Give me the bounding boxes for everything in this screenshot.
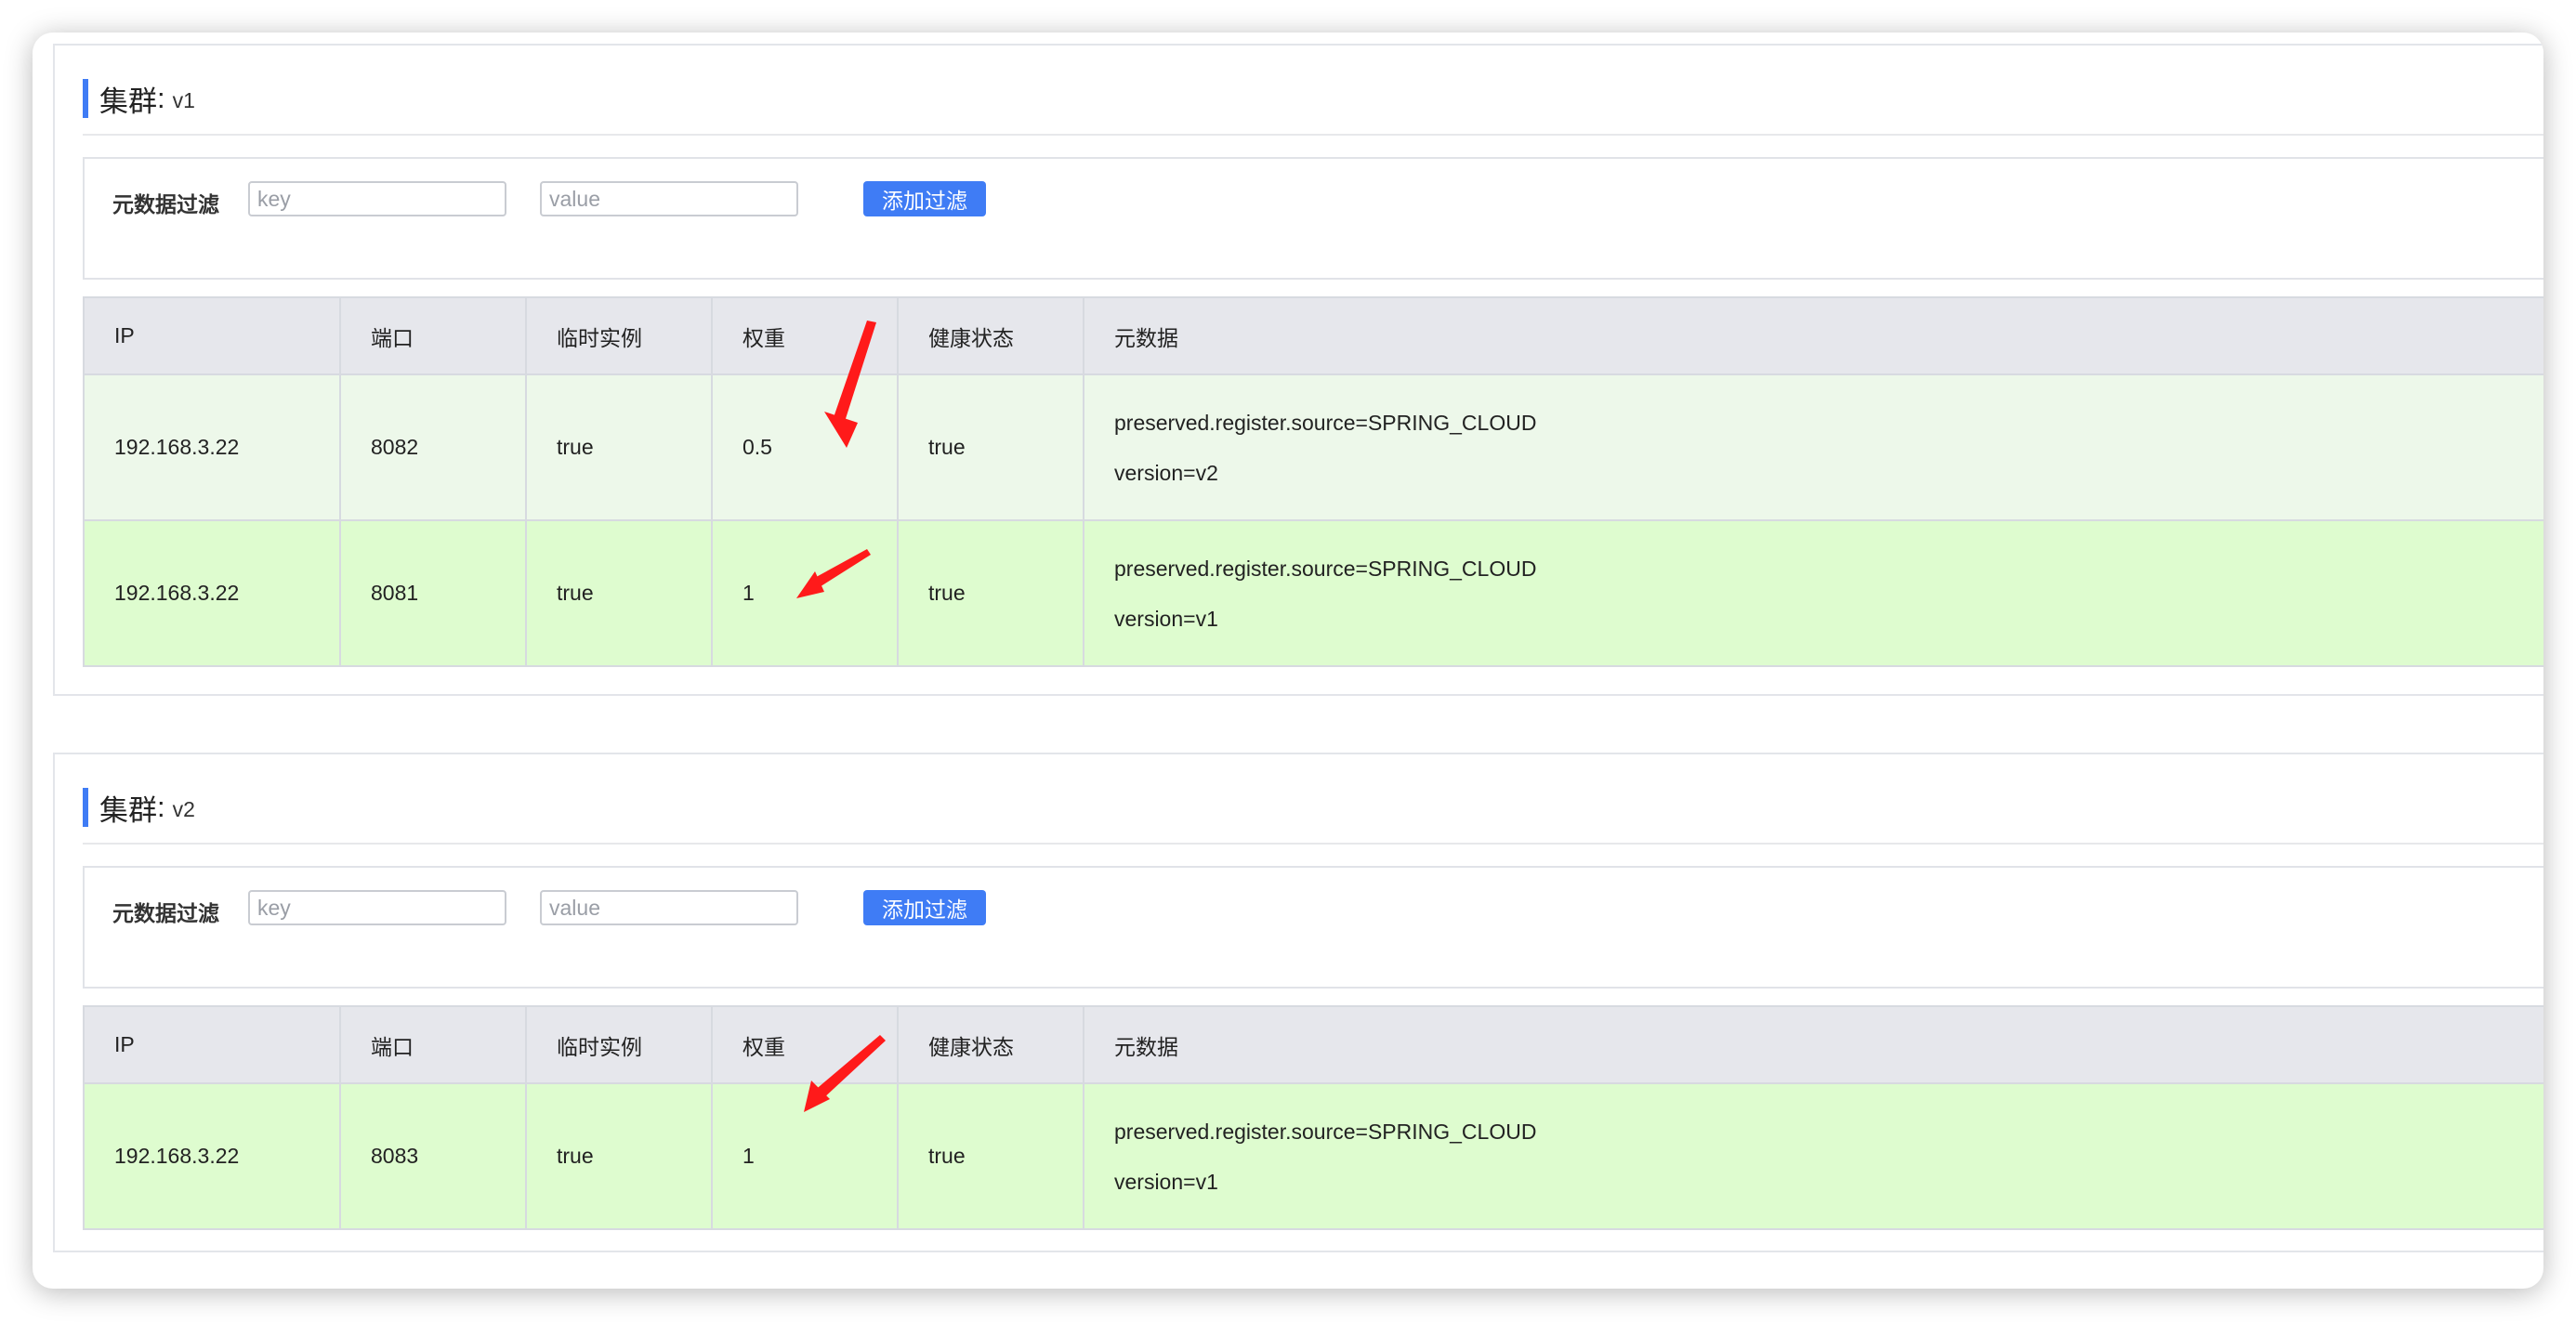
metadata-filter-label: 元数据过滤 <box>112 901 219 925</box>
cell-metadata: preserved.register.source=SPRING_CLOUD v… <box>1083 519 2543 667</box>
metadata-entry: version=v1 <box>1114 606 1218 631</box>
metadata-entry: preserved.register.source=SPRING_CLOUD <box>1114 410 1537 435</box>
column-header-port: 端口 <box>339 296 527 375</box>
table-row: 192.168.3.22 8082 true 0.5 true preserve… <box>83 373 2543 521</box>
cell-ephemeral: true <box>525 519 713 667</box>
app-window: 集群 : v1 元数据过滤 添加过滤 IP 端口 临时实例 权重 健康状态 <box>33 33 2543 1289</box>
column-header-ip: IP <box>83 1005 341 1084</box>
cell-metadata: preserved.register.source=SPRING_CLOUD v… <box>1083 373 2543 521</box>
cell-healthy: true <box>897 373 1084 521</box>
column-header-healthy: 健康状态 <box>897 1005 1084 1084</box>
metadata-filter: 元数据过滤 添加过滤 <box>83 866 2543 989</box>
metadata-entry: preserved.register.source=SPRING_CLOUD <box>1114 556 1537 581</box>
cell-metadata: preserved.register.source=SPRING_CLOUD v… <box>1083 1082 2543 1230</box>
instance-table: IP 端口 临时实例 权重 健康状态 元数据 192.168.3.22 8083… <box>83 1005 2543 1230</box>
column-header-healthy: 健康状态 <box>897 296 1084 375</box>
cluster-title-colon: : <box>157 82 165 114</box>
column-header-weight: 权重 <box>711 1005 899 1084</box>
cell-ephemeral: true <box>525 373 713 521</box>
add-filter-button[interactable]: 添加过滤 <box>863 181 986 216</box>
filter-key-input[interactable] <box>248 890 506 925</box>
instance-table: IP 端口 临时实例 权重 健康状态 元数据 192.168.3.22 8082… <box>83 296 2543 667</box>
filter-value-input[interactable] <box>540 890 798 925</box>
cell-weight: 1 <box>711 1082 899 1230</box>
column-header-port: 端口 <box>339 1005 527 1084</box>
filter-value-input[interactable] <box>540 181 798 216</box>
cell-ip: 192.168.3.22 <box>83 373 341 521</box>
cell-port: 8082 <box>339 373 527 521</box>
column-header-ip: IP <box>83 296 341 375</box>
metadata-filter: 元数据过滤 添加过滤 <box>83 157 2543 280</box>
cluster-title: 集群 : v1 <box>83 79 195 118</box>
cell-ip: 192.168.3.22 <box>83 1082 341 1230</box>
divider <box>83 843 2543 845</box>
cell-weight: 0.5 <box>711 373 899 521</box>
cluster-panel-v2: 集群 : v2 元数据过滤 添加过滤 IP 端口 临时实例 权重 健康状态 <box>53 753 2543 1252</box>
metadata-entry: version=v2 <box>1114 460 1218 485</box>
cluster-panel-v1: 集群 : v1 元数据过滤 添加过滤 IP 端口 临时实例 权重 健康状态 <box>53 44 2543 696</box>
cluster-title-label: 集群 <box>99 85 157 118</box>
metadata-entry: preserved.register.source=SPRING_CLOUD <box>1114 1119 1537 1144</box>
column-header-ephemeral: 临时实例 <box>525 1005 713 1084</box>
cluster-title-label: 集群 <box>99 793 157 827</box>
cluster-name: v1 <box>172 87 195 112</box>
column-header-ephemeral: 临时实例 <box>525 296 713 375</box>
table-row: 192.168.3.22 8081 true 1 true preserved.… <box>83 519 2543 667</box>
metadata-filter-label: 元数据过滤 <box>112 192 219 216</box>
cell-port: 8081 <box>339 519 527 667</box>
cluster-title: 集群 : v2 <box>83 788 195 827</box>
table-row: 192.168.3.22 8083 true 1 true preserved.… <box>83 1082 2543 1230</box>
column-header-metadata: 元数据 <box>1083 1005 2543 1084</box>
cell-ip: 192.168.3.22 <box>83 519 341 667</box>
add-filter-button[interactable]: 添加过滤 <box>863 890 986 925</box>
cell-ephemeral: true <box>525 1082 713 1230</box>
cell-weight: 1 <box>711 519 899 667</box>
column-header-metadata: 元数据 <box>1083 296 2543 375</box>
cluster-name: v2 <box>172 796 195 821</box>
divider <box>83 134 2543 136</box>
metadata-entry: version=v1 <box>1114 1169 1218 1194</box>
column-header-weight: 权重 <box>711 296 899 375</box>
cell-healthy: true <box>897 1082 1084 1230</box>
cluster-title-colon: : <box>157 791 165 823</box>
cell-healthy: true <box>897 519 1084 667</box>
table-header-row: IP 端口 临时实例 权重 健康状态 元数据 <box>83 1005 2543 1084</box>
table-header-row: IP 端口 临时实例 权重 健康状态 元数据 <box>83 296 2543 375</box>
cell-port: 8083 <box>339 1082 527 1230</box>
filter-key-input[interactable] <box>248 181 506 216</box>
